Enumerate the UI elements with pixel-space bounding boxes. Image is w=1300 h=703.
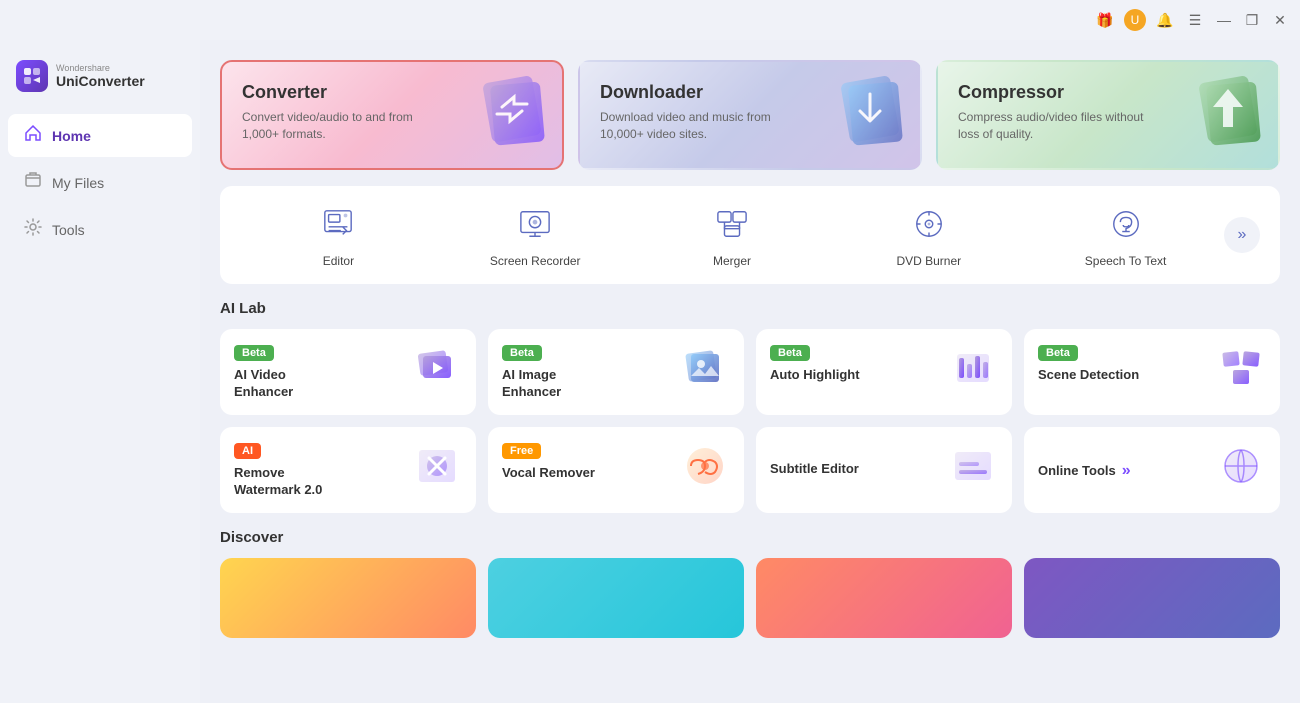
discover-card-1[interactable] <box>220 558 476 638</box>
speech-to-text-label: Speech To Text <box>1085 254 1167 268</box>
logo-area: Wondershare UniConverter <box>0 50 200 112</box>
remove-watermark-title: RemoveWatermark 2.0 <box>234 465 412 499</box>
bell-icon[interactable]: 🔔 <box>1154 9 1176 31</box>
subtitle-editor-title: Subtitle Editor <box>770 461 948 478</box>
myfiles-icon <box>24 171 42 194</box>
discover-card-3[interactable] <box>756 558 1012 638</box>
compressor-desc: Compress audio/video files without loss … <box>958 109 1153 143</box>
dvd-burner-icon <box>907 202 951 246</box>
discover-grid <box>220 558 1280 638</box>
menu-icon[interactable]: ☰ <box>1184 9 1206 31</box>
user-avatar[interactable]: U <box>1124 9 1146 31</box>
converter-desc: Convert video/audio to and from 1,000+ f… <box>242 109 437 143</box>
logo-icon <box>16 60 48 92</box>
ai-image-enhancer-icon <box>680 343 730 393</box>
tool-merger[interactable]: Merger <box>634 202 831 268</box>
subtitle-editor-card[interactable]: Subtitle Editor <box>756 427 1012 513</box>
online-tools-card[interactable]: Online Tools » <box>1024 427 1280 513</box>
app-body: Wondershare UniConverter Home My Files <box>0 40 1300 703</box>
ai-video-enhancer-card[interactable]: Beta AI VideoEnhancer <box>220 329 476 415</box>
ai-video-enhancer-title: AI VideoEnhancer <box>234 367 412 401</box>
tools-icon <box>24 218 42 241</box>
sidebar-tools-label: Tools <box>52 222 85 238</box>
discover-card-2[interactable] <box>488 558 744 638</box>
tools-more-button[interactable]: » <box>1224 217 1260 253</box>
logo-brand: Wondershare <box>56 63 145 73</box>
maximize-button[interactable]: ❐ <box>1242 10 1262 30</box>
downloader-icon <box>830 69 910 163</box>
titlebar: 🎁 U 🔔 ☰ — ❐ ✕ <box>0 0 1300 40</box>
main-content: Converter Convert video/audio to and fro… <box>200 40 1300 703</box>
auto-highlight-title: Auto Highlight <box>770 367 948 384</box>
remove-watermark-icon <box>412 441 462 491</box>
vocal-remover-title: Vocal Remover <box>502 465 680 482</box>
sidebar-item-tools[interactable]: Tools <box>8 208 192 251</box>
auto-highlight-icon <box>948 343 998 393</box>
screen-recorder-icon <box>513 202 557 246</box>
tools-row: Editor Screen Recorder <box>220 186 1280 284</box>
dvd-burner-label: DVD Burner <box>896 254 961 268</box>
compressor-card[interactable]: Compressor Compress audio/video files wi… <box>936 60 1280 170</box>
tool-screen-recorder[interactable]: Screen Recorder <box>437 202 634 268</box>
ai-lab-title: AI Lab <box>220 300 1280 317</box>
auto-highlight-badge: Beta <box>770 345 810 361</box>
scene-detection-title: Scene Detection <box>1038 367 1216 384</box>
online-tools-icon <box>1216 441 1266 491</box>
sidebar-home-label: Home <box>52 128 91 144</box>
titlebar-icons: 🎁 U 🔔 ☰ — ❐ ✕ <box>1094 9 1290 31</box>
vocal-remover-card[interactable]: Free Vocal Remover <box>488 427 744 513</box>
sidebar-myfiles-label: My Files <box>52 175 104 191</box>
ai-image-enhancer-badge: Beta <box>502 345 542 361</box>
remove-watermark-card[interactable]: AI RemoveWatermark 2.0 <box>220 427 476 513</box>
logo-text: Wondershare UniConverter <box>56 63 145 89</box>
downloader-card[interactable]: Downloader Download video and music from… <box>578 60 922 170</box>
auto-highlight-card[interactable]: Beta Auto Highlight <box>756 329 1012 415</box>
home-icon <box>24 124 42 147</box>
vocal-remover-icon <box>680 441 730 491</box>
ai-video-enhancer-icon <box>412 343 462 393</box>
subtitle-editor-icon <box>948 441 998 491</box>
tool-editor[interactable]: Editor <box>240 202 437 268</box>
screen-recorder-label: Screen Recorder <box>490 254 581 268</box>
merger-label: Merger <box>713 254 751 268</box>
gift-icon[interactable]: 🎁 <box>1094 9 1116 31</box>
sidebar-item-home[interactable]: Home <box>8 114 192 157</box>
ai-video-enhancer-badge: Beta <box>234 345 274 361</box>
merger-icon <box>710 202 754 246</box>
vocal-remover-badge: Free <box>502 443 541 459</box>
discover-title: Discover <box>220 529 1280 546</box>
downloader-desc: Download video and music from 10,000+ vi… <box>600 109 795 143</box>
converter-icon <box>472 69 552 163</box>
compressor-icon <box>1188 69 1268 163</box>
scene-detection-badge: Beta <box>1038 345 1078 361</box>
ai-image-enhancer-title: AI ImageEnhancer <box>502 367 680 401</box>
discover-card-4[interactable] <box>1024 558 1280 638</box>
ai-grid: Beta AI VideoEnhancer <box>220 329 1280 513</box>
tool-dvd-burner[interactable]: DVD Burner <box>830 202 1027 268</box>
online-tools-title: Online Tools » <box>1038 461 1216 482</box>
scene-detection-icon <box>1216 343 1266 393</box>
remove-watermark-badge: AI <box>234 443 261 459</box>
speech-to-text-icon <box>1104 202 1148 246</box>
scene-detection-card[interactable]: Beta Scene Detection <box>1024 329 1280 415</box>
editor-label: Editor <box>323 254 354 268</box>
sidebar: Wondershare UniConverter Home My Files <box>0 40 200 703</box>
minimize-button[interactable]: — <box>1214 10 1234 30</box>
close-button[interactable]: ✕ <box>1270 10 1290 30</box>
sidebar-item-myfiles[interactable]: My Files <box>8 161 192 204</box>
tool-speech-to-text[interactable]: Speech To Text <box>1027 202 1224 268</box>
logo-name: UniConverter <box>56 73 145 89</box>
ai-image-enhancer-card[interactable]: Beta AI ImageEnhancer <box>488 329 744 415</box>
editor-icon <box>316 202 360 246</box>
top-cards: Converter Convert video/audio to and fro… <box>220 60 1280 170</box>
converter-card[interactable]: Converter Convert video/audio to and fro… <box>220 60 564 170</box>
